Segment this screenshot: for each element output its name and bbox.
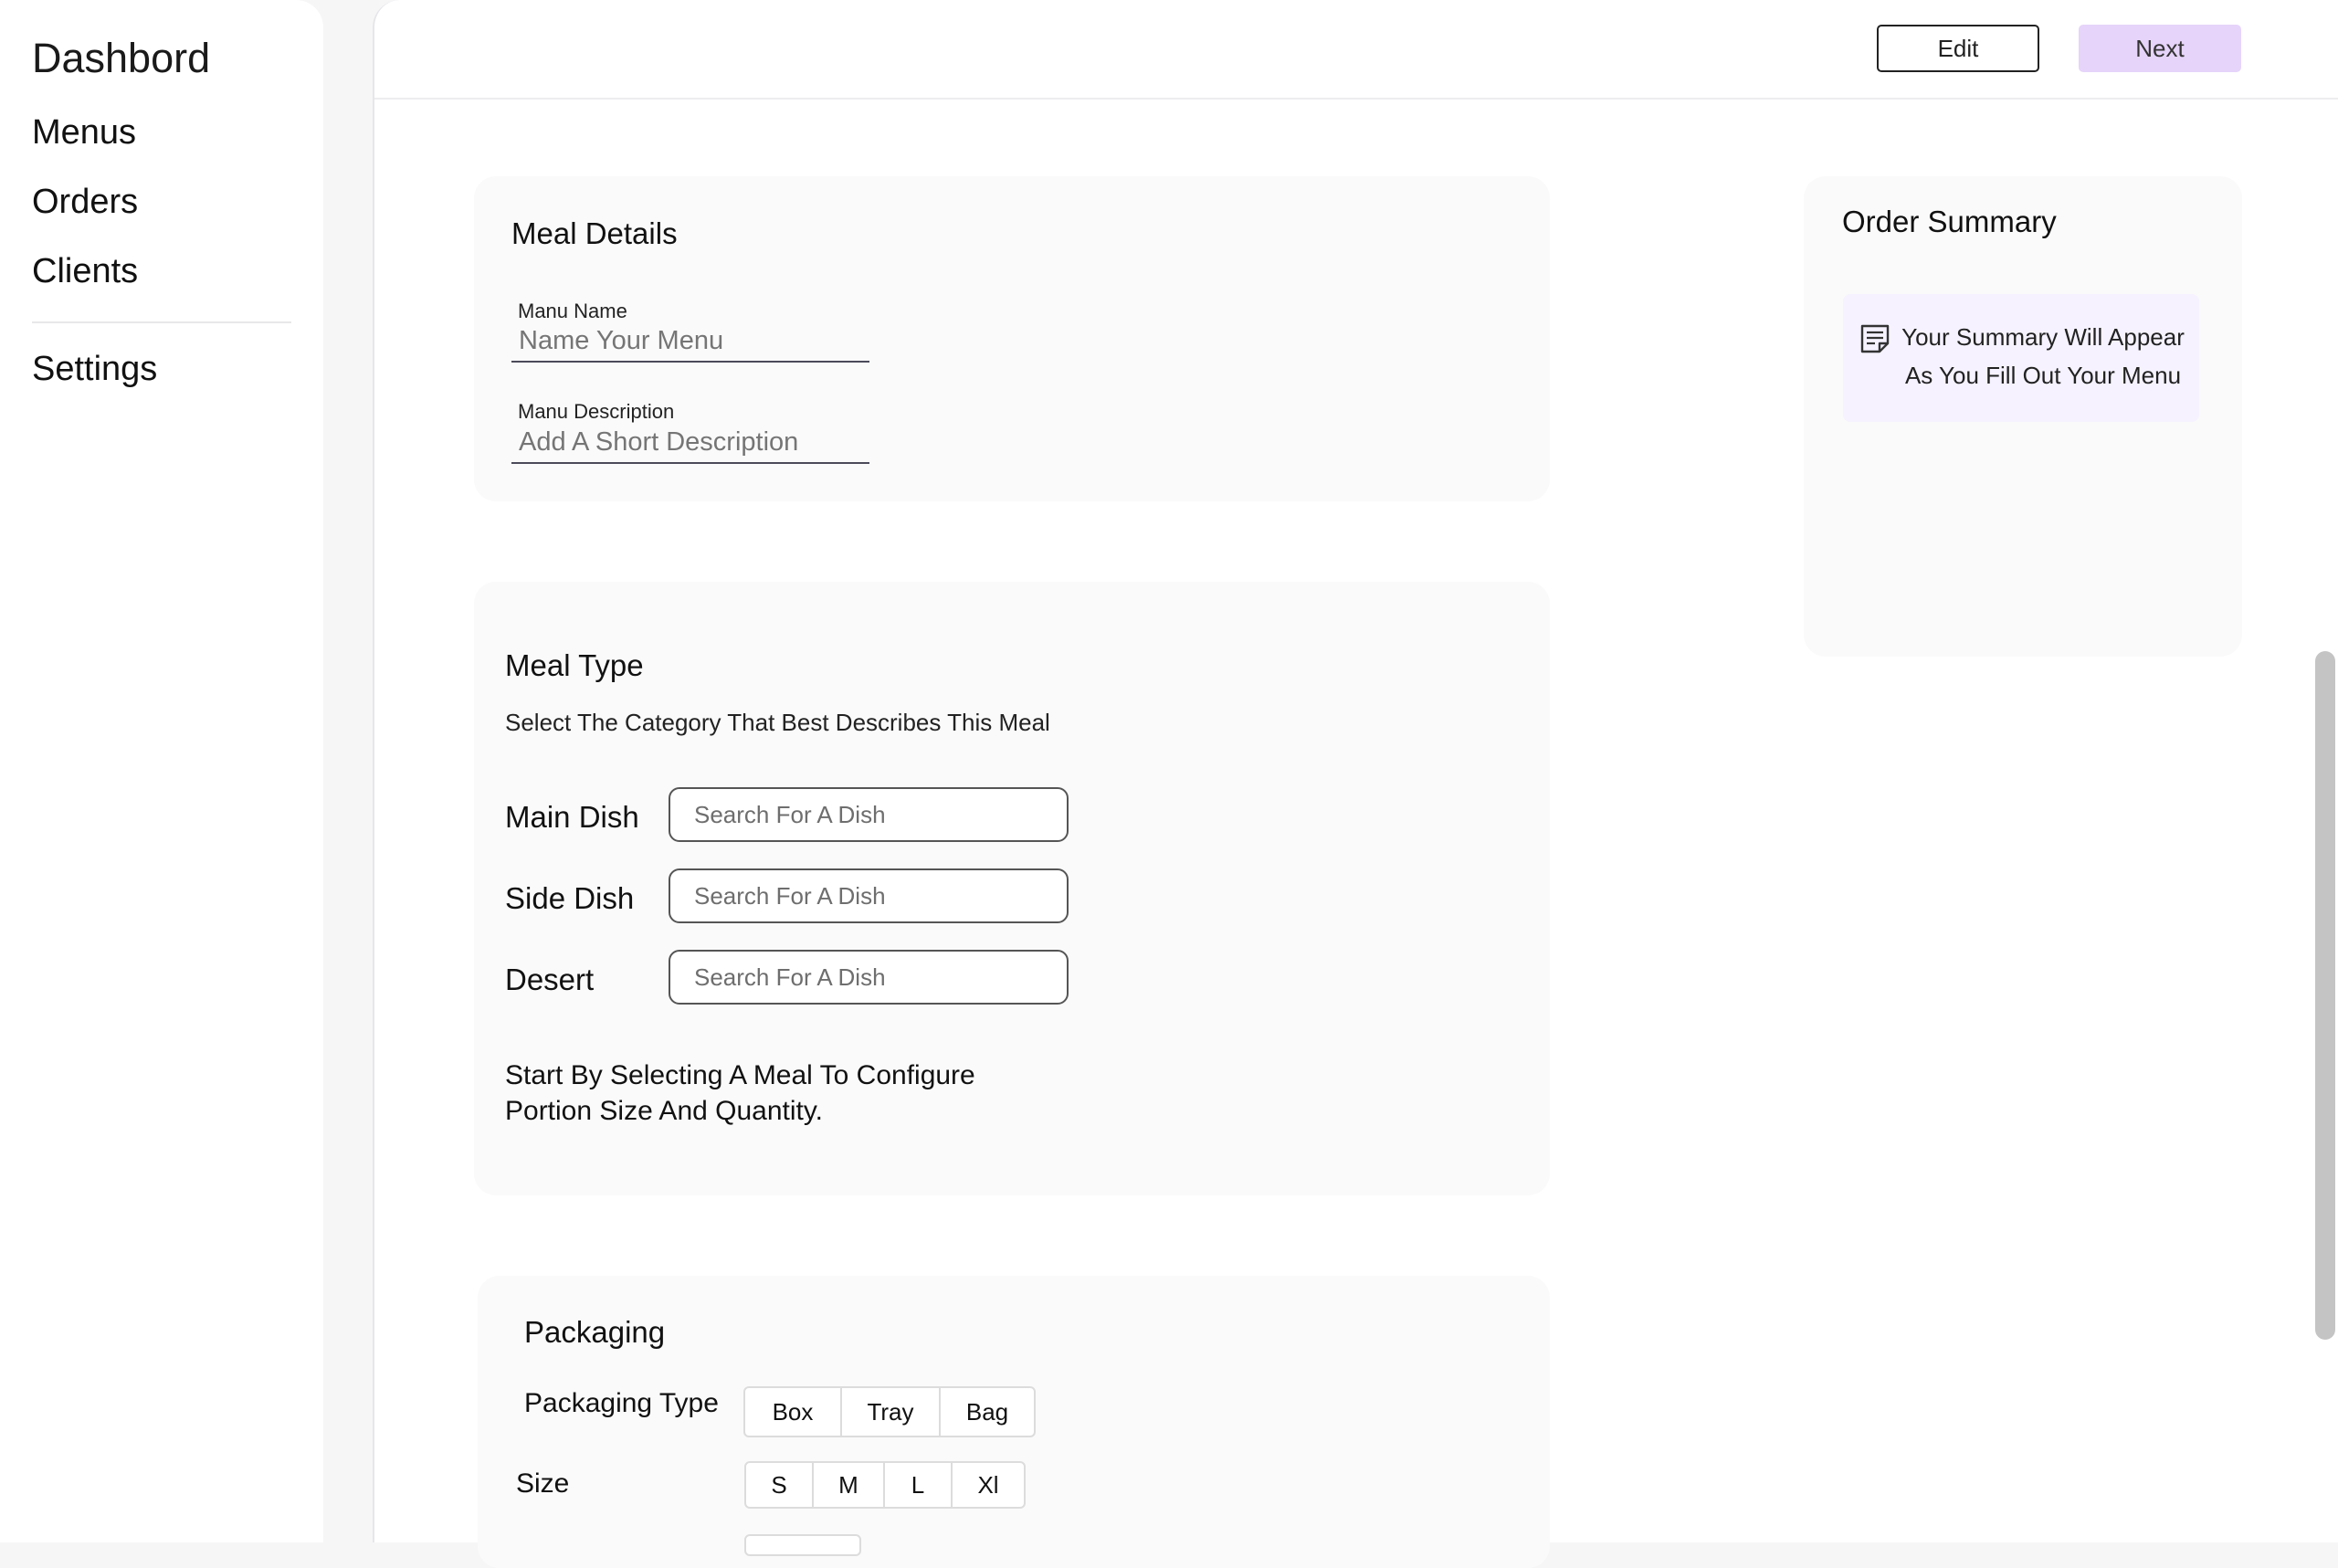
next-button[interactable]: Next bbox=[2079, 25, 2241, 72]
side-dish-search-input[interactable]: Search For A Dish bbox=[669, 868, 1069, 923]
size-option-s[interactable]: S bbox=[746, 1463, 814, 1507]
order-summary-title: Order Summary bbox=[1842, 205, 2057, 238]
size-option-m[interactable]: M bbox=[814, 1463, 885, 1507]
main-panel: Edit Next Meal Details Manu Name Manu De… bbox=[373, 0, 2338, 1568]
main-dish-search-input[interactable]: Search For A Dish bbox=[669, 787, 1069, 842]
packaging-type-selector: Box Tray Bag bbox=[743, 1386, 1036, 1437]
sidebar-item-menus[interactable]: Menus bbox=[32, 113, 136, 153]
size-option-l[interactable]: L bbox=[885, 1463, 953, 1507]
menu-name-input[interactable] bbox=[511, 326, 869, 363]
packaging-option-tray[interactable]: Tray bbox=[842, 1388, 941, 1436]
sidebar-divider bbox=[32, 321, 291, 323]
meal-type-help-text: Start By Selecting A Meal To Configure P… bbox=[505, 1060, 975, 1126]
packaging-type-label: Packaging Type bbox=[524, 1388, 719, 1418]
edit-button[interactable]: Edit bbox=[1877, 25, 2039, 72]
sidebar: Dashbord Menus Orders Clients Settings bbox=[0, 0, 323, 1542]
scrollbar-thumb[interactable] bbox=[2315, 651, 2335, 1340]
dessert-label: Desert bbox=[505, 963, 595, 996]
menu-name-label: Manu Name bbox=[518, 300, 627, 322]
brand-title: Dashbord bbox=[32, 35, 211, 81]
menu-description-input[interactable] bbox=[511, 427, 869, 464]
packaging-title: Packaging bbox=[524, 1315, 666, 1349]
sidebar-item-orders[interactable]: Orders bbox=[32, 183, 138, 222]
size-selector: S M L Xl bbox=[744, 1461, 1026, 1509]
menu-description-label: Manu Description bbox=[518, 400, 675, 423]
packaging-option-box[interactable]: Box bbox=[745, 1388, 842, 1436]
meal-type-subtitle: Select The Category That Best Describes … bbox=[505, 709, 1050, 736]
meal-details-title: Meal Details bbox=[511, 216, 678, 250]
sidebar-item-clients[interactable]: Clients bbox=[32, 252, 138, 291]
size-option-xl[interactable]: Xl bbox=[953, 1463, 1024, 1507]
top-bar: Edit Next bbox=[374, 0, 2338, 100]
note-icon bbox=[1860, 324, 1890, 353]
dessert-search-input[interactable]: Search For A Dish bbox=[669, 950, 1069, 1005]
order-summary-empty-state: Your Summary Will Appear As You Fill Out… bbox=[1843, 294, 2199, 422]
sidebar-item-settings[interactable]: Settings bbox=[32, 350, 157, 389]
size-label: Size bbox=[516, 1468, 570, 1499]
meal-type-title: Meal Type bbox=[505, 648, 644, 682]
order-summary-empty-text: Your Summary Will Appear As You Fill Out… bbox=[1901, 323, 2185, 389]
packaging-option-bag[interactable]: Bag bbox=[941, 1388, 1034, 1436]
partial-option-chip[interactable] bbox=[744, 1534, 861, 1556]
side-dish-label: Side Dish bbox=[505, 881, 635, 915]
main-dish-label: Main Dish bbox=[505, 800, 639, 834]
